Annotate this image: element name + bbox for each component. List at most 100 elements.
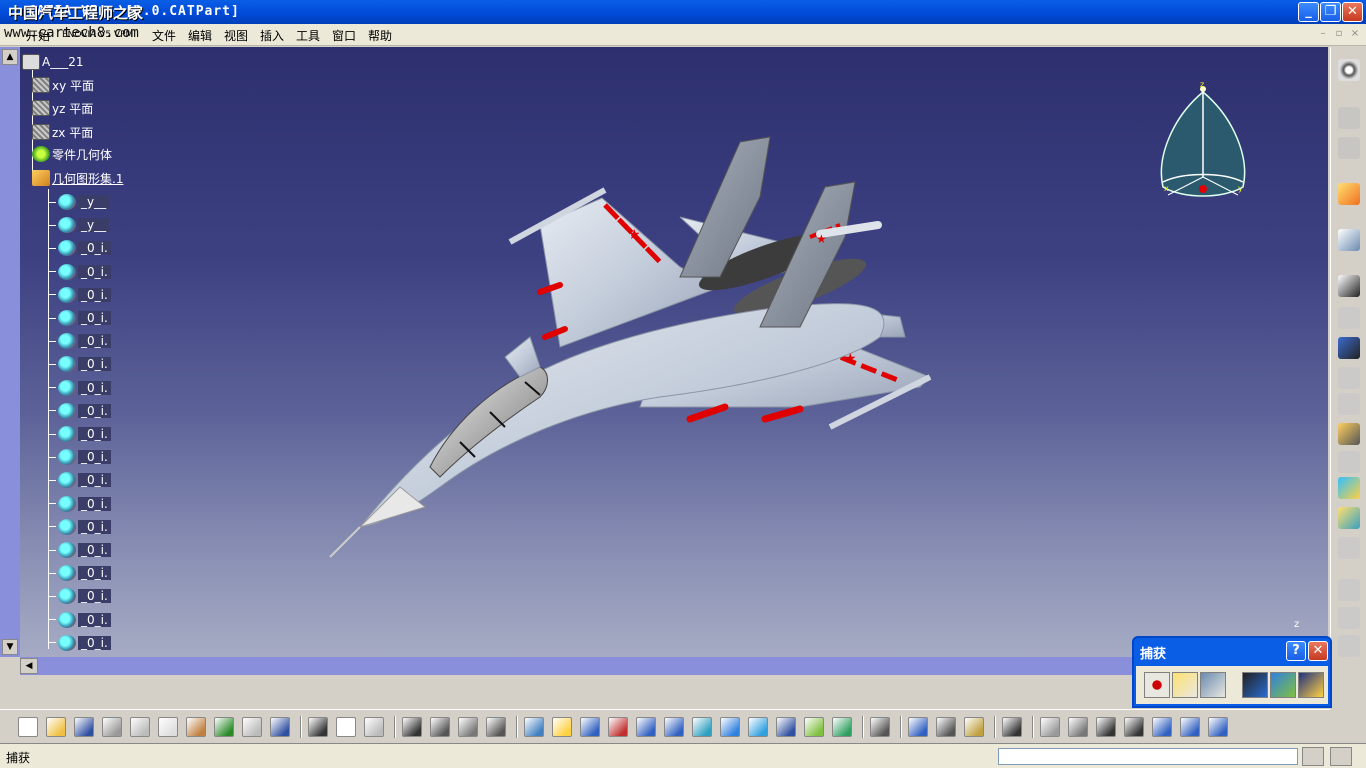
tree-node-geometric-set[interactable]: 几何图形集.1 — [32, 169, 123, 187]
3d-viewport[interactable]: ★ ★ ★ A___21 xy 平面 yz 平面 zx 平面 零件几何体 几何图… — [20, 47, 1328, 657]
rotate-icon[interactable] — [608, 717, 628, 737]
pan-icon[interactable] — [580, 717, 600, 737]
draft-icon[interactable] — [1338, 635, 1360, 657]
gear-icon[interactable] — [1338, 59, 1360, 81]
render-style-icon[interactable] — [1152, 717, 1172, 737]
measure-between-icon[interactable] — [908, 717, 928, 737]
print-icon[interactable] — [102, 717, 122, 737]
menu-view[interactable]: 视图 — [224, 27, 248, 44]
tree-node-part-body[interactable]: 零件几何体 — [32, 145, 112, 163]
record-icon[interactable] — [1144, 672, 1170, 698]
update-icon[interactable] — [870, 717, 890, 737]
open-folder-icon[interactable] — [46, 717, 66, 737]
swap-space-icon[interactable] — [832, 717, 852, 737]
menu-edit[interactable]: 编辑 — [188, 27, 212, 44]
tree-node-sketch[interactable]: _0_i. — [48, 518, 111, 536]
tree-node-sketch[interactable]: _0_i. — [48, 355, 111, 373]
layer-filter-icon[interactable] — [1180, 717, 1200, 737]
menu-help[interactable]: 帮助 — [368, 27, 392, 44]
mdi-close-button[interactable]: × — [1348, 28, 1362, 41]
parameter-icon[interactable] — [364, 717, 384, 737]
capture-camera-icon[interactable] — [1002, 717, 1022, 737]
tree-root[interactable]: A___21 — [22, 53, 83, 71]
lock-icon[interactable] — [458, 717, 478, 737]
capture-options-icon[interactable] — [1200, 672, 1226, 698]
capture-help-button[interactable]: ? — [1286, 641, 1306, 661]
sketcher-icon[interactable] — [1338, 229, 1360, 251]
undo-icon[interactable] — [214, 717, 234, 737]
slot-icon[interactable] — [1338, 451, 1360, 473]
menu-file[interactable]: 文件 — [152, 27, 176, 44]
measure-icon[interactable] — [1298, 672, 1324, 698]
scale-icon[interactable] — [1124, 717, 1144, 737]
tree-node-sketch[interactable]: _0_i. — [48, 634, 111, 652]
groove-icon[interactable] — [1338, 367, 1360, 389]
tree-node-sketch[interactable]: _0_i. — [48, 587, 111, 605]
tree-node-sketch[interactable]: _y__ — [48, 193, 110, 211]
restore-button[interactable]: ❐ — [1320, 2, 1341, 22]
list-icon[interactable] — [1208, 717, 1228, 737]
mdi-minimize-button[interactable]: – — [1316, 28, 1330, 41]
tree-node-sketch[interactable]: _0_i. — [48, 495, 111, 513]
sketch-tool-icon[interactable] — [1338, 107, 1360, 129]
capture-toolbar[interactable]: 捕获 ? ✕ — [1132, 636, 1332, 708]
shaft-icon[interactable] — [1338, 337, 1360, 359]
zoom-out-icon[interactable] — [664, 717, 684, 737]
close-button[interactable]: ✕ — [1342, 2, 1363, 22]
formula-icon[interactable] — [308, 717, 328, 737]
scroll-left-button[interactable]: ◀ — [20, 658, 38, 674]
title-bar[interactable]: CATIA V5 - [0.0.CATPart] 中国汽车工程师之家 _ ❐ ✕ — [0, 0, 1366, 24]
tree-node-sketch[interactable]: _0_i. — [48, 286, 111, 304]
status-button-1[interactable] — [1302, 747, 1324, 766]
fillet-icon[interactable] — [1338, 579, 1360, 601]
tree-node-sketch[interactable]: _0_i. — [48, 541, 111, 559]
copy-icon[interactable] — [158, 717, 178, 737]
tree-node-yz-plane[interactable]: yz 平面 — [32, 99, 93, 117]
remove-icon[interactable] — [1338, 537, 1360, 559]
loft-icon[interactable] — [1338, 507, 1360, 529]
menu-enovia[interactable]: ENOVIA V5 VPM — [62, 30, 133, 40]
mdi-restore-button[interactable]: ▫ — [1332, 28, 1346, 41]
tree-icon[interactable] — [430, 717, 450, 737]
scroll-up-button[interactable]: ▲ — [2, 49, 18, 65]
tree-node-sketch[interactable]: _0_i. — [48, 448, 111, 466]
image-album-icon[interactable] — [1270, 672, 1296, 698]
select-arrow-icon[interactable] — [1338, 183, 1360, 205]
menu-insert[interactable]: 插入 — [260, 27, 284, 44]
tree-node-zx-plane[interactable]: zx 平面 — [32, 123, 93, 141]
save-icon[interactable] — [74, 717, 94, 737]
tree-node-sketch[interactable]: _y__ — [48, 216, 110, 234]
tree-scrollbar[interactable]: ▲ ▼ — [0, 47, 20, 657]
tree-node-sketch[interactable]: _0_i. — [48, 332, 111, 350]
new-file-icon[interactable] — [18, 717, 38, 737]
redo-icon[interactable] — [242, 717, 262, 737]
normal-view-icon[interactable] — [692, 717, 712, 737]
status-button-2[interactable] — [1330, 747, 1352, 766]
tree-node-sketch[interactable]: _0_i. — [48, 611, 111, 629]
tree-node-sketch[interactable]: _0_i. — [48, 309, 111, 327]
sketch-tool2-icon[interactable] — [1338, 137, 1360, 159]
whats-this-icon[interactable] — [270, 717, 290, 737]
hide-show-icon[interactable] — [804, 717, 824, 737]
command-input[interactable] — [998, 748, 1298, 765]
specification-tree[interactable]: A___21 xy 平面 yz 平面 zx 平面 零件几何体 几何图形集.1 _… — [20, 47, 320, 657]
menu-start[interactable]: 开始 — [26, 27, 50, 44]
tree-node-sketch[interactable]: _0_i. — [48, 239, 111, 257]
movie-icon[interactable] — [1242, 672, 1268, 698]
hole-icon[interactable] — [1338, 393, 1360, 415]
tree-node-sketch[interactable]: _0_i. — [48, 564, 111, 582]
hand-pan-icon[interactable] — [1068, 717, 1088, 737]
menu-window[interactable]: 窗口 — [332, 27, 356, 44]
fly-mode-icon[interactable] — [524, 717, 544, 737]
knowledge-icon[interactable] — [336, 717, 356, 737]
rib-icon[interactable] — [1338, 423, 1360, 445]
capture-close-button[interactable]: ✕ — [1308, 641, 1328, 661]
select-mode-icon[interactable] — [1172, 672, 1198, 698]
multi-view-icon[interactable] — [720, 717, 740, 737]
tree-node-sketch[interactable]: _0_i. — [48, 402, 111, 420]
measure-inertia-icon[interactable] — [964, 717, 984, 737]
cut-icon[interactable] — [130, 717, 150, 737]
axis-system-icon[interactable] — [1096, 717, 1116, 737]
pad-icon[interactable] — [1338, 275, 1360, 297]
fit-all-icon[interactable] — [552, 717, 572, 737]
